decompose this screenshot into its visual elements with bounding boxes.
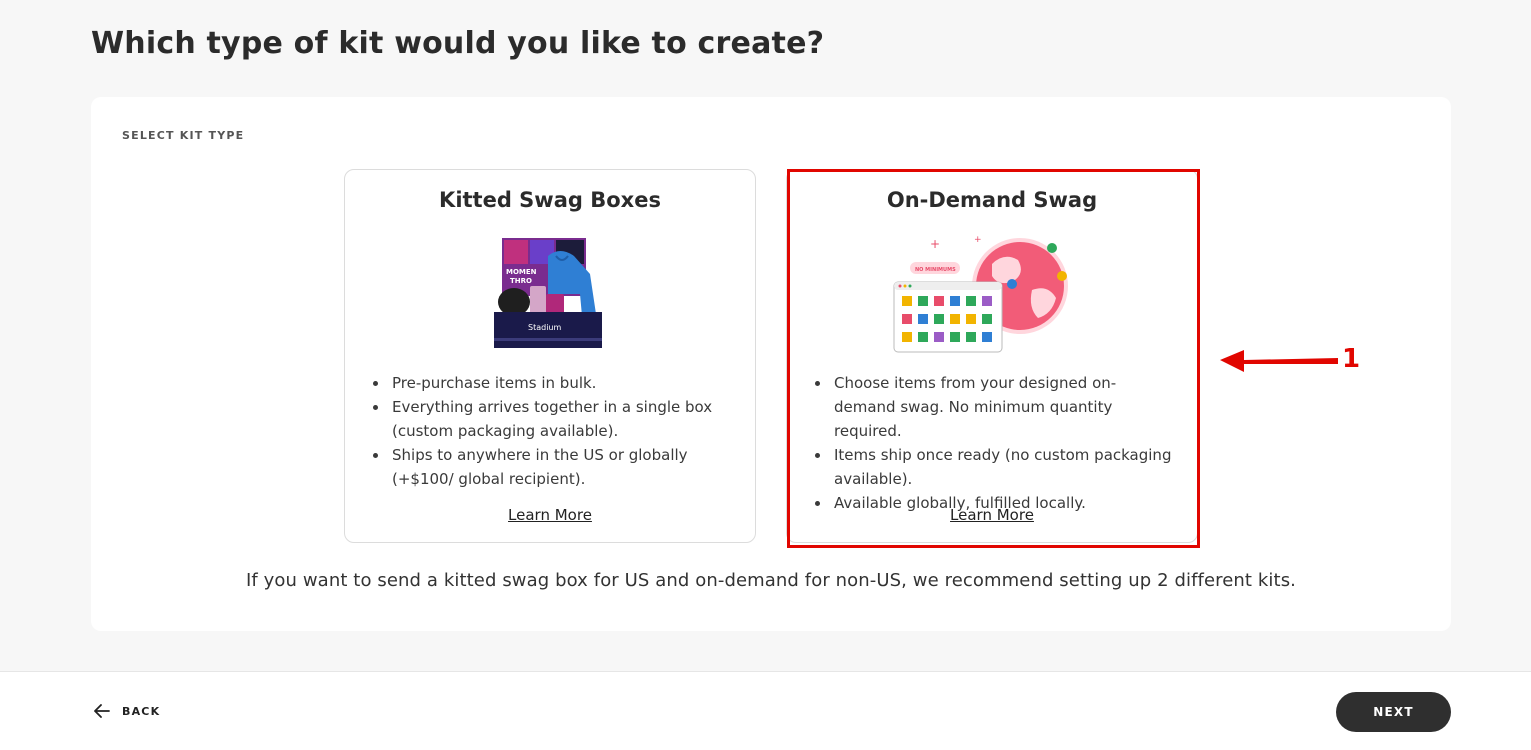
on-demand-swag-card[interactable]: On-Demand Swag + + NO MINIMUMS Choose it… [786,169,1198,543]
list-item: Everything arrives together in a single … [373,395,735,443]
back-label: BACK [122,704,161,718]
svg-text:MOMEN: MOMEN [506,268,537,276]
kitted-swag-boxes-card[interactable]: Kitted Swag Boxes MOMEN THRO Stadium Pre… [344,169,756,543]
stadium-logo-text: Stadium [528,323,561,332]
footer-bar: BACK NEXT [0,671,1531,750]
svg-text:+: + [974,235,982,245]
swag-box-image: MOMEN THRO Stadium [345,234,755,354]
page-title: Which type of kit would you like to crea… [91,26,825,61]
list-item: Items ship once ready (no custom packagi… [815,443,1177,491]
annotation-arrow-icon [1220,350,1338,372]
list-item: Ships to anywhere in the US or globally … [373,443,735,491]
card-title: Kitted Swag Boxes [439,188,661,212]
section-label: SELECT KIT TYPE [122,129,245,142]
feature-list: Choose items from your designed on-deman… [815,371,1177,515]
learn-more-link[interactable]: Learn More [787,506,1197,524]
svg-text:+: + [930,237,940,251]
swag-box-illustration: MOMEN THRO Stadium [494,238,602,348]
learn-more-link[interactable]: Learn More [345,506,755,524]
annotation-step-number: 1 [1342,344,1361,374]
on-demand-image: + + NO MINIMUMS [787,234,1197,354]
list-item: Pre-purchase items in bulk. [373,371,735,395]
recommendation-note: If you want to send a kitted swag box fo… [246,570,1296,591]
feature-list: Pre-purchase items in bulk. Everything a… [373,371,735,491]
card-title: On-Demand Swag [886,188,1098,212]
next-button[interactable]: NEXT [1336,692,1451,732]
svg-text:THRO: THRO [510,277,532,285]
arrow-left-icon [94,704,110,718]
globe-illustration: + + NO MINIMUMS [893,235,1068,353]
back-button[interactable]: BACK [94,704,160,718]
list-item: Choose items from your designed on-deman… [815,371,1177,443]
no-minimums-badge: NO MINIMUMS [915,267,956,273]
